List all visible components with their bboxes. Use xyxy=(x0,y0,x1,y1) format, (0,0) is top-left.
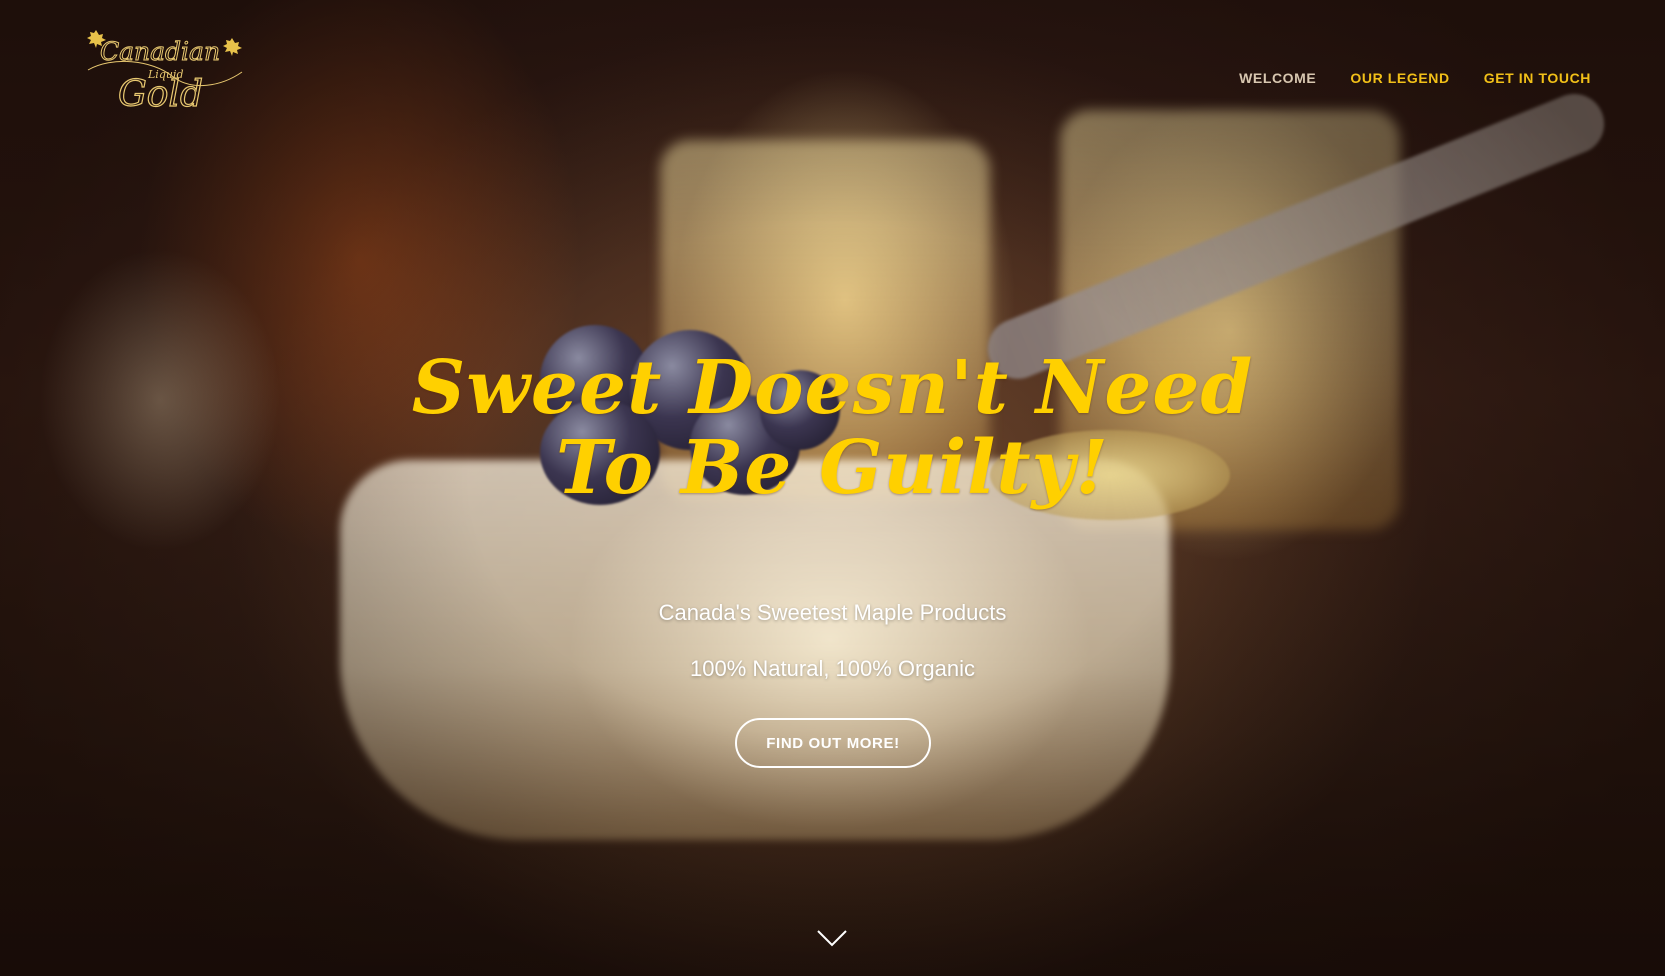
site-logo[interactable]: Canadian Liquid Gold xyxy=(82,26,250,118)
hero-headline: Sweet Doesn't Need To Be Guilty! xyxy=(411,345,1254,511)
yogurt-bowl-image xyxy=(340,460,1170,840)
nav-our-legend[interactable]: OUR LEGEND xyxy=(1350,70,1449,86)
nav-get-in-touch[interactable]: GET IN TOUCH xyxy=(1484,70,1591,86)
find-out-more-button[interactable]: FIND OUT MORE! xyxy=(735,718,931,768)
logo-graphic: Canadian Liquid Gold xyxy=(87,30,243,116)
main-nav: WELCOME OUR LEGEND GET IN TOUCH xyxy=(1239,70,1591,86)
hero-section: Canadian Liquid Gold WELCOME OUR LEGEND … xyxy=(0,0,1665,976)
nav-welcome[interactable]: WELCOME xyxy=(1239,70,1316,86)
svg-text:Gold: Gold xyxy=(118,74,203,115)
chevron-down-icon[interactable] xyxy=(816,928,848,948)
hero-subline-products: Canada's Sweetest Maple Products xyxy=(658,600,1007,625)
hero-subline-natural: 100% Natural, 100% Organic xyxy=(690,656,975,681)
